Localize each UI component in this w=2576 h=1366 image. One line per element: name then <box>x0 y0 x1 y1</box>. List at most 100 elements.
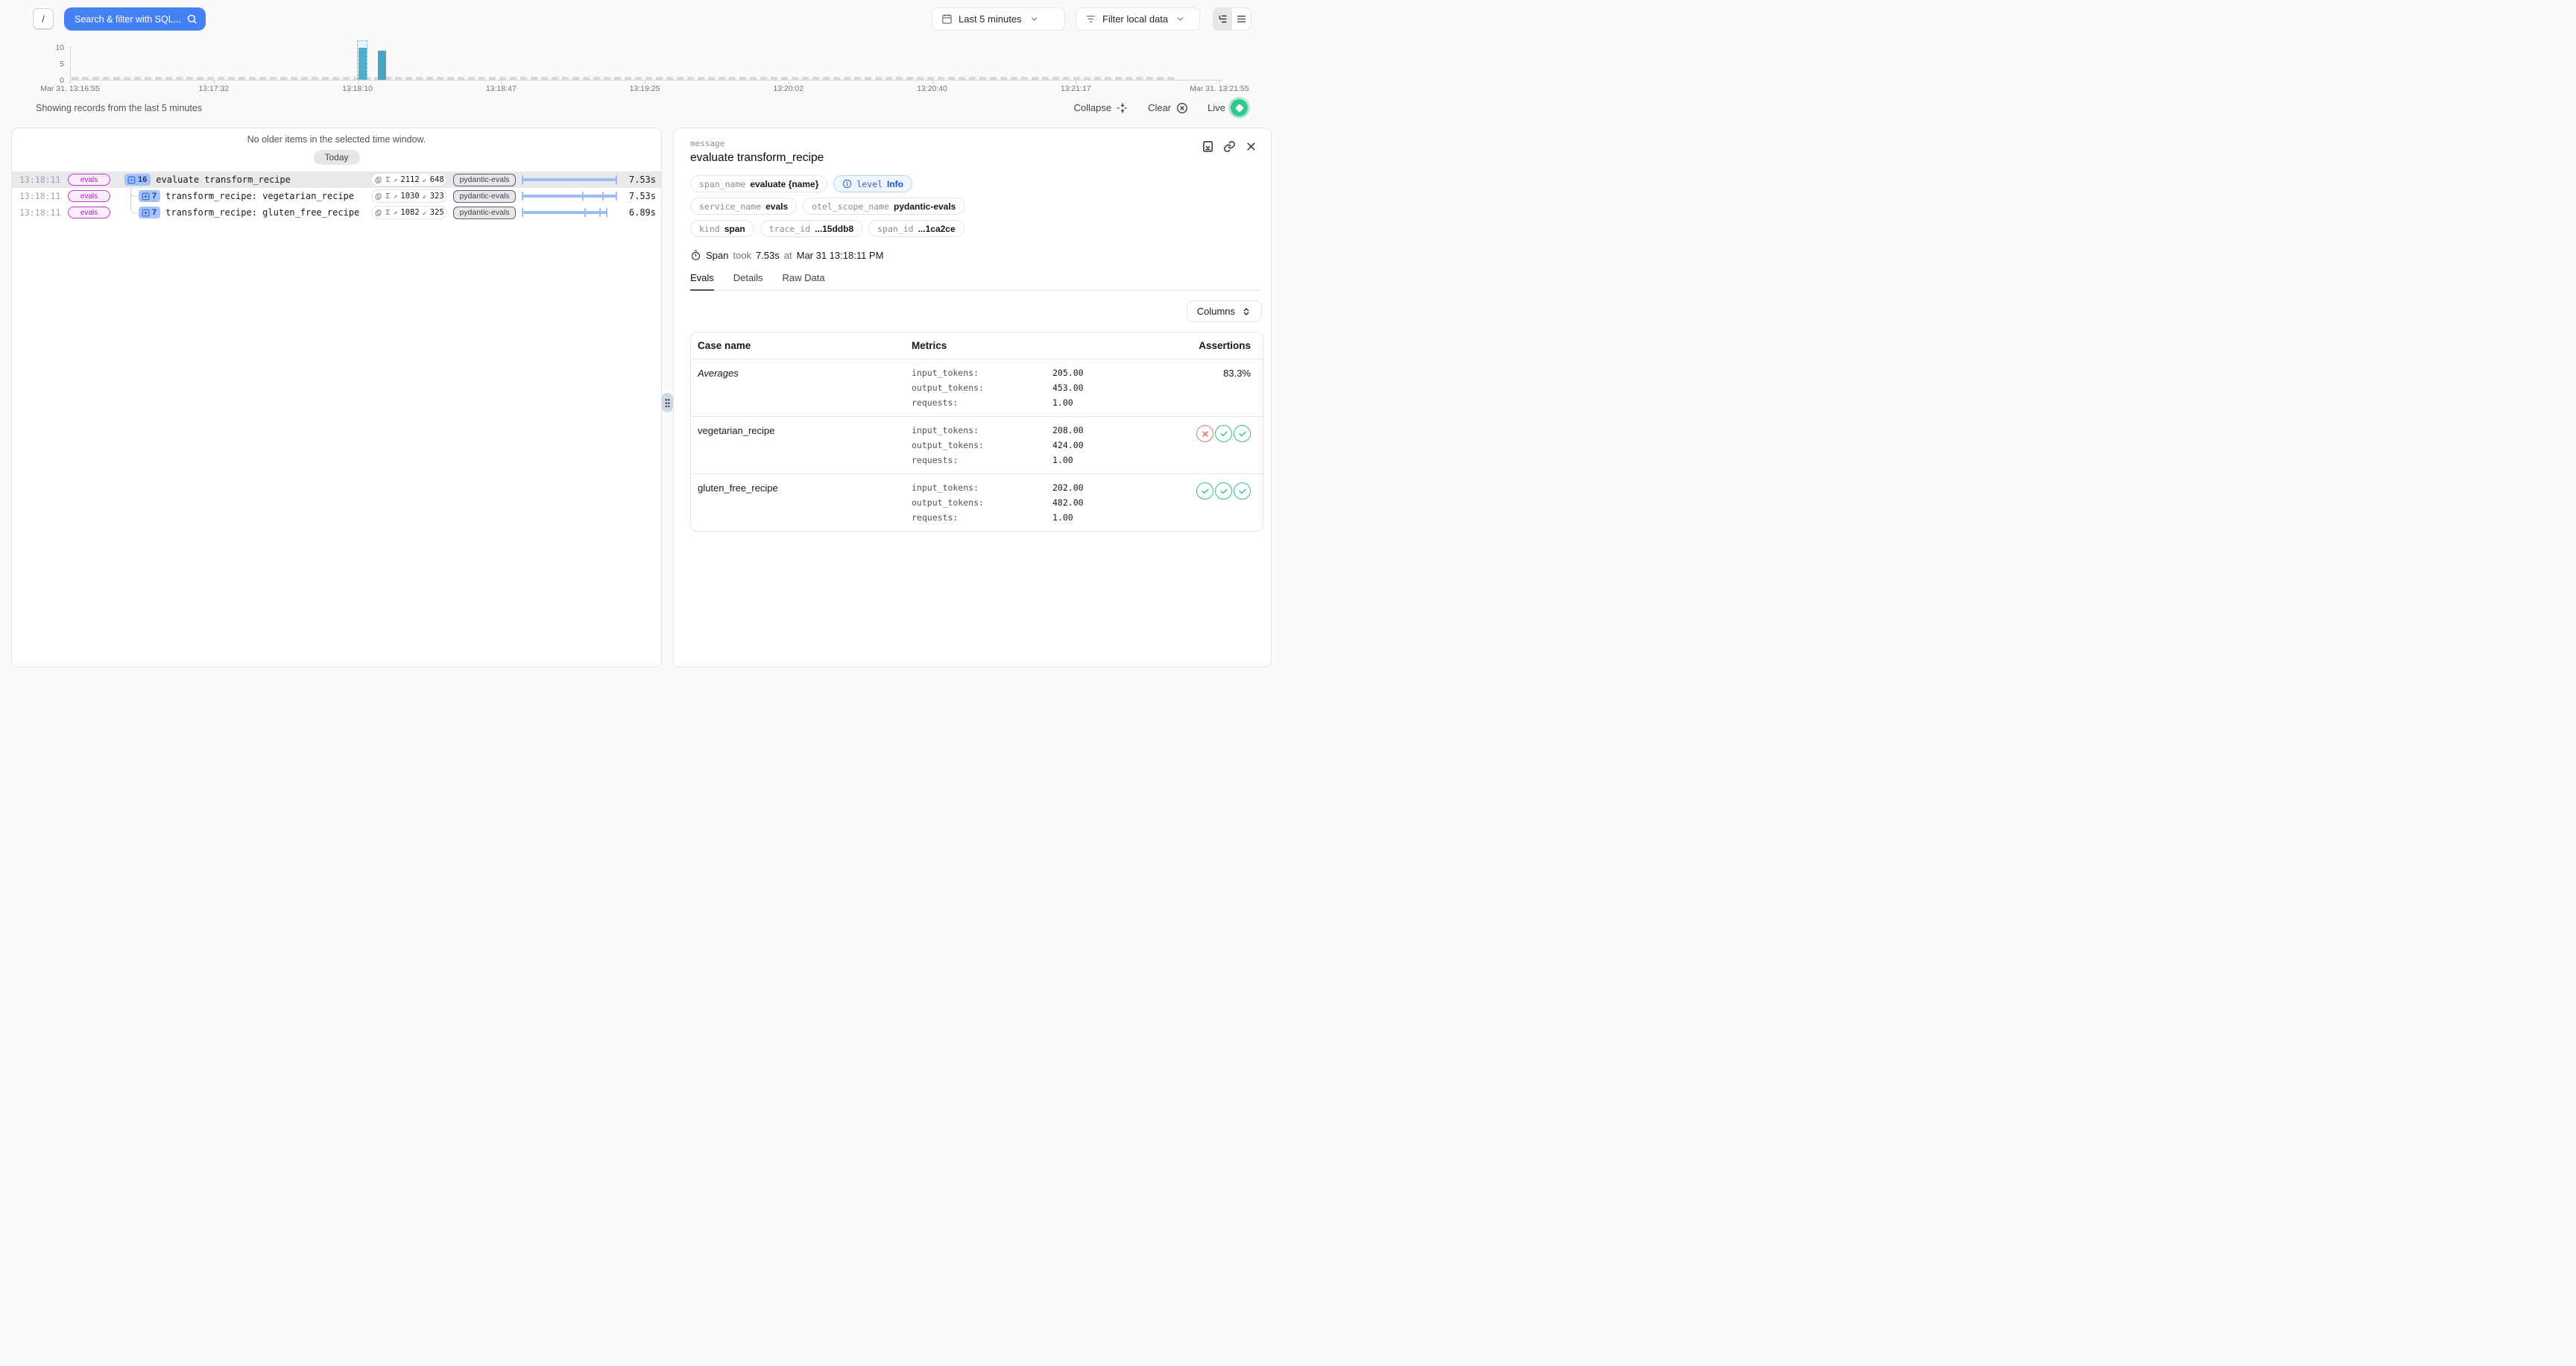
case-assertions: 83.3% <box>1154 365 1251 410</box>
trace-row-tag-evals[interactable]: evals <box>68 207 110 218</box>
duration-bar-tick <box>522 192 523 201</box>
time-range-label: Last 5 minutes <box>959 13 1022 25</box>
trace-row[interactable]: 13:18:11evals16evaluate transform_recipe… <box>12 171 661 188</box>
token-usage-pill: Σ↗2112↙648 <box>371 173 447 186</box>
duration-bar-tick <box>522 175 523 184</box>
metric-line: output_tokens:424.00 <box>912 438 1154 453</box>
span-count-badge[interactable]: 7 <box>139 207 160 218</box>
summary-took-word: took <box>733 250 751 261</box>
attribute-row: kindspan trace_id...15ddb8 span_id...1ca2c… <box>690 220 1262 237</box>
assertion-pass-icon[interactable] <box>1215 482 1232 500</box>
trace-row-tag-evals[interactable]: evals <box>68 174 110 186</box>
chevron-down-icon <box>1175 14 1185 24</box>
tree-view-toggle[interactable] <box>1213 8 1232 30</box>
duration-value: 6.89s <box>623 207 656 218</box>
output-arrow-icon: ↙ <box>423 192 427 201</box>
attribute-pill-span_name[interactable]: span_name evaluate {name} <box>690 175 827 192</box>
metric-value: 424.00 <box>1052 440 1084 450</box>
trace-row-tag-evals[interactable]: evals <box>68 190 110 202</box>
attribute-pill-trace_id[interactable]: trace_id...15ddb8 <box>760 220 862 237</box>
slash-shortcut-key[interactable]: / <box>33 8 54 29</box>
attribute-key: span_name <box>699 179 745 189</box>
metric-label: requests: <box>912 397 1052 408</box>
collapse-button[interactable]: Collapse <box>1073 102 1128 114</box>
search-input[interactable]: Search & filter with SQL... <box>64 7 206 31</box>
assertion-pass-icon[interactable] <box>1215 425 1232 442</box>
metric-value: 1.00 <box>1052 455 1073 465</box>
metric-value: 482.00 <box>1052 497 1084 508</box>
stopwatch-icon <box>690 250 701 261</box>
copy-link-icon[interactable] <box>1223 140 1236 153</box>
time-range-button[interactable]: Last 5 minutes <box>932 7 1065 31</box>
token-coin-icon <box>374 176 382 184</box>
duration-bar-tick <box>522 208 523 217</box>
span-name: transform_recipe: vegetarian_recipe <box>165 191 354 201</box>
trace-row-stats: Σ↗1030↙323pydantic-evals7.53s <box>371 188 661 204</box>
showing-records-text: Showing records from the last 5 minutes <box>36 103 202 113</box>
trace-row-time: 13:18:11 <box>19 174 63 185</box>
metric-value: 453.00 <box>1052 383 1084 393</box>
input-arrow-icon: ↗ <box>393 176 397 184</box>
info-icon <box>842 179 852 189</box>
collapse-label: Collapse <box>1073 102 1111 113</box>
histogram-selection-region[interactable] <box>357 40 367 80</box>
date-separator-badge: Today <box>314 150 360 165</box>
live-label: Live <box>1208 102 1225 113</box>
x-tick-label: 13:21:17 <box>1061 84 1091 93</box>
evals-table: Case name Metrics Assertions Averagesinp… <box>690 332 1263 532</box>
tab-evals[interactable]: Evals <box>690 272 714 291</box>
trace-row[interactable]: 13:18:11evals7transform_recipe: vegetari… <box>12 188 661 204</box>
span-duration-summary: Span took 7.53s at Mar 31 13:18:11 PM <box>690 250 1262 261</box>
histogram-bar[interactable] <box>378 51 386 80</box>
attribute-pill-span_id[interactable]: span_id...1ca2ce <box>868 220 965 237</box>
metric-line: requests:1.00 <box>912 395 1154 410</box>
filter-local-data-button[interactable]: Filter local data <box>1076 7 1200 31</box>
calendar-icon <box>941 13 953 25</box>
live-indicator-icon <box>1231 99 1248 116</box>
attribute-pill-service_name[interactable]: service_nameevals <box>690 198 797 215</box>
duration-bar-line <box>522 211 607 214</box>
span-count-badge[interactable]: 16 <box>124 174 151 186</box>
assertion-pass-icon[interactable] <box>1234 482 1251 500</box>
span-count-badge[interactable]: 7 <box>139 190 160 202</box>
assertion-fail-icon[interactable] <box>1196 425 1213 442</box>
attribute-key: trace_id <box>769 224 810 234</box>
grip-dots-icon <box>665 398 670 407</box>
panel-resize-handle[interactable] <box>662 393 673 412</box>
summary-timestamp: Mar 31 13:18:11 PM <box>797 250 884 261</box>
metric-value: 202.00 <box>1052 482 1084 493</box>
live-toggle[interactable]: Live <box>1208 99 1248 116</box>
metric-value: 208.00 <box>1052 425 1084 435</box>
case-metrics: input_tokens:202.00output_tokens:482.00r… <box>912 480 1154 525</box>
trace-row[interactable]: 13:18:11evals7transform_recipe: gluten_f… <box>12 204 661 221</box>
search-icon <box>186 13 198 25</box>
flat-list-view-toggle[interactable] <box>1232 8 1251 30</box>
eval-case-row: gluten_free_recipeinput_tokens:202.00out… <box>691 473 1263 531</box>
attribute-row: service_nameevals otel_scope_namepydantic… <box>690 198 1262 215</box>
attribute-pill-kind[interactable]: kindspan <box>690 220 754 237</box>
filter-label: Filter local data <box>1102 13 1168 25</box>
duration-bar-line <box>522 178 617 181</box>
detail-tabs: Evals Details Raw Data <box>690 272 1262 291</box>
columns-button[interactable]: Columns <box>1187 300 1262 322</box>
tab-raw-data[interactable]: Raw Data <box>783 272 825 290</box>
input-tokens-count: 2112 <box>400 175 419 184</box>
input-tokens-count: 1082 <box>400 208 419 217</box>
attribute-pill-otel_scope_name[interactable]: otel_scope_namepydantic-evals <box>803 198 965 215</box>
assertion-pass-icon[interactable] <box>1234 425 1251 442</box>
metric-line: requests:1.00 <box>912 510 1154 525</box>
span-count: 7 <box>152 192 157 201</box>
records-histogram[interactable] <box>70 43 1219 81</box>
no-older-items-notice: No older items in the selected time wind… <box>12 134 661 145</box>
dock-panel-icon[interactable] <box>1202 140 1214 153</box>
attribute-pill-level[interactable]: levelInfo <box>833 175 912 192</box>
metric-label: output_tokens: <box>912 383 1052 393</box>
metric-label: input_tokens: <box>912 368 1052 378</box>
close-icon[interactable] <box>1245 140 1257 153</box>
assertion-pass-icon[interactable] <box>1196 482 1213 500</box>
metric-line: output_tokens:482.00 <box>912 495 1154 510</box>
clear-button[interactable]: Clear <box>1148 102 1188 114</box>
attribute-value: evaluate {name} <box>750 179 818 189</box>
tab-details[interactable]: Details <box>733 272 763 290</box>
hamburger-list-icon <box>1236 13 1247 25</box>
